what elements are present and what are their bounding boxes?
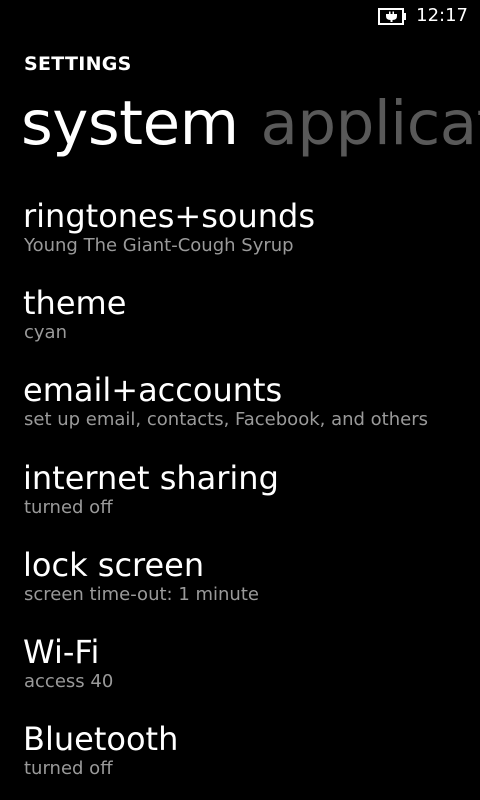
setting-title: Bluetooth [23, 720, 179, 759]
app-title: SETTINGS [24, 53, 132, 75]
status-bar: 12:17 [0, 0, 480, 32]
setting-subtitle: cyan [24, 322, 67, 344]
setting-title: internet sharing [23, 458, 279, 497]
setting-title: lock screen [23, 545, 205, 584]
setting-lock-screen[interactable]: lock screen screen time-out: 1 minute [23, 545, 480, 632]
setting-subtitle: turned off [24, 496, 113, 518]
setting-subtitle: Young The Giant-Cough Syrup [24, 235, 294, 256]
status-time: 12:17 [416, 5, 468, 26]
setting-wifi[interactable]: Wi-Fi access 40 [23, 632, 480, 719]
pivot-header: system applications [21, 82, 480, 172]
setting-bluetooth[interactable]: Bluetooth turned off [23, 719, 480, 800]
pivot-tab-system[interactable]: system [21, 82, 239, 166]
setting-theme[interactable]: theme cyan [23, 283, 480, 370]
setting-subtitle: access 40 [24, 670, 114, 692]
setting-title: email+accounts [23, 371, 283, 410]
pivot-tab-applications[interactable]: applications [261, 82, 480, 166]
setting-subtitle: set up email, contacts, Facebook, and ot… [24, 409, 428, 431]
setting-title: Wi-Fi [23, 632, 100, 671]
setting-email-accounts[interactable]: email+accounts set up email, contacts, F… [23, 370, 480, 457]
battery-charging-icon [378, 8, 408, 25]
settings-screen: 12:17 SETTINGS system applications ringt… [0, 0, 480, 800]
setting-subtitle: screen time-out: 1 minute [24, 583, 259, 605]
settings-list: ringtones+sounds Young The Giant-Cough S… [23, 196, 480, 800]
setting-title: theme [23, 284, 127, 323]
setting-subtitle: turned off [24, 758, 113, 780]
setting-title: ringtones+sounds [23, 197, 316, 235]
setting-ringtones-sounds[interactable]: ringtones+sounds Young The Giant-Cough S… [23, 196, 480, 283]
setting-internet-sharing[interactable]: internet sharing turned off [23, 458, 480, 545]
